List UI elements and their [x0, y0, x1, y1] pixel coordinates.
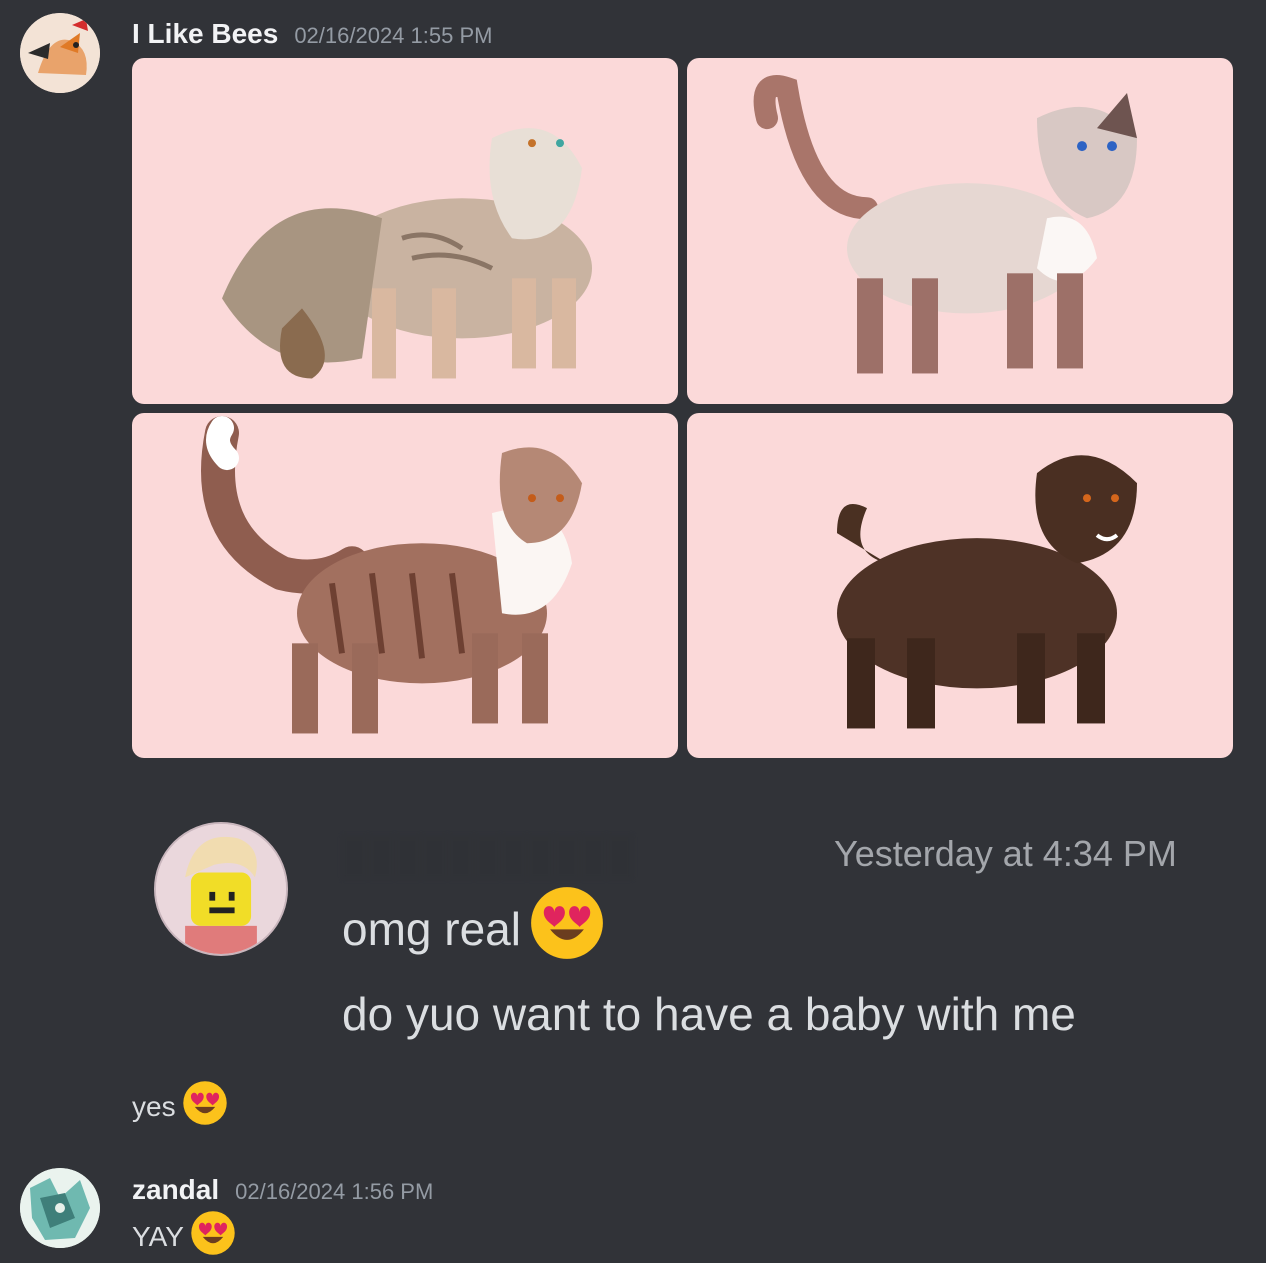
- attachment-image-2[interactable]: [687, 58, 1233, 404]
- timestamp[interactable]: 02/16/2024 1:55 PM: [294, 23, 492, 49]
- message-text: YAY: [132, 1220, 184, 1252]
- message-zandal: zandal 02/16/2024 1:56 PM YAY: [0, 1160, 1266, 1260]
- message-content: YAY: [132, 1210, 236, 1263]
- username[interactable]: I Like Bees: [132, 18, 278, 50]
- attachment-image-1[interactable]: [132, 58, 678, 404]
- username[interactable]: zandal: [132, 1174, 219, 1206]
- quoted-username-redacted: ███████████: [342, 835, 634, 876]
- quoted-line-2: do yuo want to have a baby with me: [342, 987, 1076, 1041]
- image-attachments: [132, 58, 1233, 758]
- avatar[interactable]: [20, 13, 100, 93]
- avatar[interactable]: [20, 1168, 100, 1248]
- quoted-line-1: omg real: [342, 885, 605, 972]
- heart-eyes-icon: [529, 885, 605, 972]
- message-yes: yes: [132, 1080, 228, 1133]
- message-1: I Like Bees 02/16/2024 1:55 PM: [0, 0, 1266, 770]
- quoted-timestamp: Yesterday at 4:34 PM: [834, 833, 1177, 874]
- attachment-image-3[interactable]: [132, 412, 678, 758]
- attachment-image-4[interactable]: [687, 412, 1233, 758]
- quoted-screenshot: ███████████ Yesterday at 4:34 PM omg rea…: [150, 815, 1230, 1045]
- quoted-avatar: [154, 822, 288, 956]
- quoted-text-2: do yuo want to have a baby with me: [342, 988, 1076, 1040]
- heart-eyes-icon: [182, 1080, 228, 1133]
- heart-eyes-icon: [190, 1210, 236, 1263]
- message-text: yes: [132, 1090, 176, 1122]
- quoted-text-1: omg real: [342, 902, 521, 955]
- timestamp[interactable]: 02/16/2024 1:56 PM: [235, 1179, 433, 1205]
